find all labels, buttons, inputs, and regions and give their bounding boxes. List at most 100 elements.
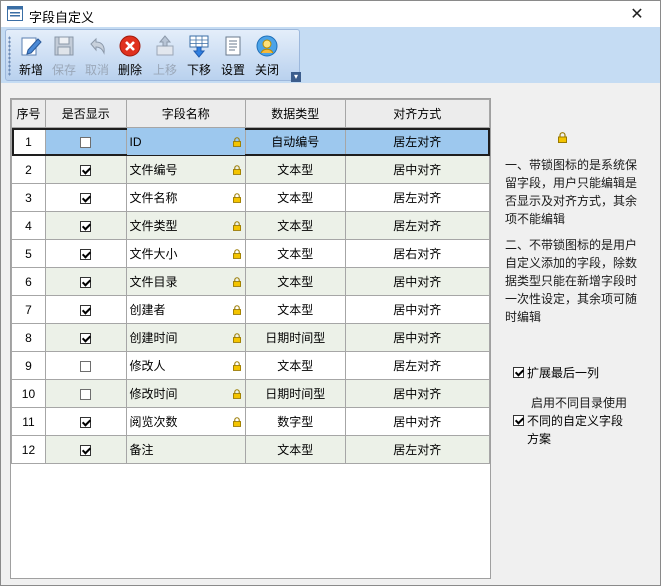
col-header-align[interactable]: 对齐方式 bbox=[344, 99, 491, 128]
toolbar-grip[interactable] bbox=[8, 36, 11, 76]
table-row[interactable]: 5 文件大小 文本型 居右对齐 bbox=[11, 239, 491, 268]
field-name-text: 创建时间 bbox=[129, 331, 178, 345]
row-show-cell[interactable] bbox=[44, 407, 127, 436]
row-show-cell[interactable] bbox=[44, 183, 127, 212]
row-name-cell[interactable]: 文件大小 bbox=[125, 239, 247, 268]
row-align-cell[interactable]: 居左对齐 bbox=[344, 351, 491, 380]
row-show-cell[interactable] bbox=[44, 351, 127, 380]
window-close-button[interactable]: ✕ bbox=[614, 1, 660, 27]
close-button[interactable]: 关闭 bbox=[250, 32, 284, 78]
row-name-cell[interactable]: 创建时间 bbox=[125, 323, 247, 352]
row-show-cell[interactable] bbox=[44, 323, 127, 352]
row-align-cell[interactable]: 居中对齐 bbox=[344, 323, 491, 352]
delete-x-icon bbox=[119, 35, 141, 57]
row-show-cell[interactable] bbox=[44, 435, 127, 464]
cancel-button[interactable]: 取消 bbox=[80, 32, 114, 78]
table-row[interactable]: 11 阅览次数 数字型 居中对齐 bbox=[11, 407, 491, 436]
show-checkbox[interactable] bbox=[80, 164, 92, 176]
different-scheme-checkbox[interactable] bbox=[513, 415, 524, 426]
row-show-cell[interactable] bbox=[44, 155, 127, 184]
row-show-cell[interactable] bbox=[44, 127, 127, 156]
move-down-button[interactable]: 下移 bbox=[182, 32, 216, 78]
settings-button[interactable]: 设置 bbox=[216, 32, 250, 78]
row-show-cell[interactable] bbox=[44, 267, 127, 296]
show-checkbox[interactable] bbox=[80, 248, 92, 260]
row-type-cell[interactable]: 文本型 bbox=[245, 183, 346, 212]
row-align-cell[interactable]: 居左对齐 bbox=[344, 211, 491, 240]
row-align-cell[interactable]: 居左对齐 bbox=[344, 435, 491, 464]
row-name-cell[interactable]: 阅览次数 bbox=[125, 407, 247, 436]
table-row[interactable]: 4 文件类型 文本型 居左对齐 bbox=[11, 211, 491, 240]
row-show-cell[interactable] bbox=[44, 295, 127, 324]
row-show-cell[interactable] bbox=[44, 379, 127, 408]
row-name-cell[interactable]: 备注 bbox=[125, 435, 247, 464]
row-type-cell[interactable]: 文本型 bbox=[245, 239, 346, 268]
show-checkbox[interactable] bbox=[80, 220, 92, 232]
row-name-cell[interactable]: 修改时间 bbox=[125, 379, 247, 408]
row-show-cell[interactable] bbox=[44, 211, 127, 240]
row-name-cell[interactable]: 创建者 bbox=[125, 295, 247, 324]
row-type-cell[interactable]: 文本型 bbox=[245, 155, 346, 184]
row-name-cell[interactable]: 文件类型 bbox=[125, 211, 247, 240]
table-row[interactable]: 1 ID 自动编号 居左对齐 bbox=[11, 127, 491, 156]
table-row[interactable]: 7 创建者 文本型 居中对齐 bbox=[11, 295, 491, 324]
show-checkbox[interactable] bbox=[80, 388, 92, 400]
field-name-text: 修改时间 bbox=[129, 387, 178, 401]
row-name-cell[interactable]: 文件名称 bbox=[125, 183, 247, 212]
field-name-text: 阅览次数 bbox=[129, 415, 178, 429]
row-name-cell[interactable]: 文件目录 bbox=[125, 267, 247, 296]
toolbar-overflow-button[interactable]: ▾ bbox=[291, 72, 301, 82]
row-type-cell[interactable]: 文本型 bbox=[245, 351, 346, 380]
table-row[interactable]: 10 修改时间 日期时间型 居中对齐 bbox=[11, 379, 491, 408]
row-align-cell[interactable]: 居中对齐 bbox=[344, 407, 491, 436]
lock-icon bbox=[233, 193, 242, 203]
table-row[interactable]: 6 文件目录 文本型 居中对齐 bbox=[11, 267, 491, 296]
row-name-cell[interactable]: 修改人 bbox=[125, 351, 247, 380]
row-type-cell[interactable]: 日期时间型 bbox=[245, 379, 346, 408]
row-type-cell[interactable]: 自动编号 bbox=[245, 127, 346, 156]
show-checkbox[interactable] bbox=[80, 136, 92, 148]
show-checkbox[interactable] bbox=[80, 332, 92, 344]
row-show-cell[interactable] bbox=[44, 239, 127, 268]
row-align-cell[interactable]: 居左对齐 bbox=[344, 127, 491, 156]
show-checkbox[interactable] bbox=[80, 444, 92, 456]
show-checkbox[interactable] bbox=[80, 416, 92, 428]
delete-button[interactable]: 删除 bbox=[113, 32, 147, 78]
row-type-cell[interactable]: 文本型 bbox=[245, 295, 346, 324]
different-scheme-option[interactable]: 不同的自定义字段方案 bbox=[513, 412, 643, 448]
col-header-seq[interactable]: 序号 bbox=[11, 99, 46, 128]
row-type-cell[interactable]: 文本型 bbox=[245, 211, 346, 240]
save-button[interactable]: 保存 bbox=[47, 32, 81, 78]
col-header-name[interactable]: 字段名称 bbox=[125, 99, 247, 128]
row-align-cell[interactable]: 居中对齐 bbox=[344, 267, 491, 296]
show-checkbox[interactable] bbox=[80, 360, 92, 372]
row-type-cell[interactable]: 日期时间型 bbox=[245, 323, 346, 352]
show-checkbox[interactable] bbox=[80, 304, 92, 316]
row-name-cell[interactable]: 文件编号 bbox=[125, 155, 247, 184]
move-up-button[interactable]: 上移 bbox=[148, 32, 182, 78]
table-row[interactable]: 12 备注 文本型 居左对齐 bbox=[11, 435, 491, 464]
row-type-cell[interactable]: 文本型 bbox=[245, 267, 346, 296]
table-row[interactable]: 3 文件名称 文本型 居左对齐 bbox=[11, 183, 491, 212]
col-header-show[interactable]: 是否显示 bbox=[44, 99, 127, 128]
row-align-cell[interactable]: 居中对齐 bbox=[344, 155, 491, 184]
extend-last-column-option[interactable]: 扩展最后一列 bbox=[513, 364, 599, 381]
row-align-cell[interactable]: 居中对齐 bbox=[344, 295, 491, 324]
new-button[interactable]: 新增 bbox=[14, 32, 48, 78]
show-checkbox[interactable] bbox=[80, 192, 92, 204]
extend-last-column-checkbox[interactable] bbox=[513, 367, 524, 378]
field-name-text: 备注 bbox=[129, 443, 154, 457]
table-row[interactable]: 9 修改人 文本型 居左对齐 bbox=[11, 351, 491, 380]
show-checkbox[interactable] bbox=[80, 276, 92, 288]
row-name-cell[interactable]: ID bbox=[125, 127, 247, 156]
move-up-icon bbox=[156, 35, 174, 56]
app-window-icon bbox=[7, 6, 23, 21]
row-type-cell[interactable]: 文本型 bbox=[245, 435, 346, 464]
row-align-cell[interactable]: 居右对齐 bbox=[344, 239, 491, 268]
table-row[interactable]: 2 文件编号 文本型 居中对齐 bbox=[11, 155, 491, 184]
row-align-cell[interactable]: 居左对齐 bbox=[344, 183, 491, 212]
table-row[interactable]: 8 创建时间 日期时间型 居中对齐 bbox=[11, 323, 491, 352]
row-type-cell[interactable]: 数字型 bbox=[245, 407, 346, 436]
row-align-cell[interactable]: 居中对齐 bbox=[344, 379, 491, 408]
col-header-type[interactable]: 数据类型 bbox=[245, 99, 346, 128]
